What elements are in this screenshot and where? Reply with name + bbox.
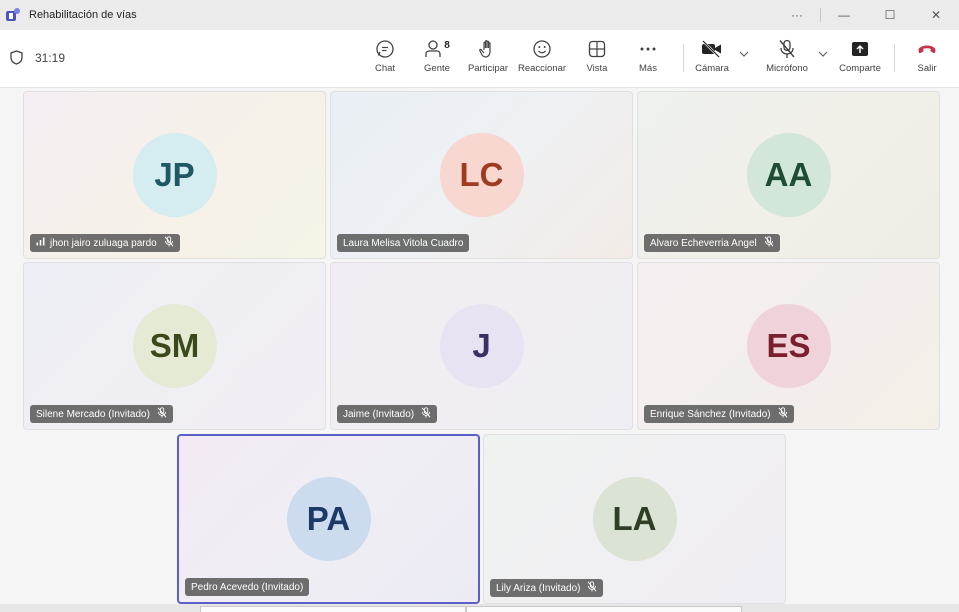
title-bar: Rehabilitación de vías ··· — ☐ ✕: [0, 0, 959, 30]
leave-label: Salir: [917, 63, 937, 74]
people-icon: [425, 40, 441, 57]
participant-name-tag: Lily Ariza (Invitado): [490, 579, 604, 597]
participant-name-tag: Alvaro Echeverria Angel: [644, 234, 780, 252]
camera-button[interactable]: Cámara: [694, 38, 730, 80]
participant-name: Lily Ariza (Invitado): [496, 582, 581, 594]
participant-name-tag: Silene Mercado (Invitado): [30, 405, 173, 423]
raise-hand-label: Participar: [467, 63, 509, 74]
smile-icon: [533, 40, 551, 58]
participant-name: Jaime (Invitado): [343, 408, 415, 420]
chat-button[interactable]: Chat: [372, 38, 398, 80]
chat-icon: [376, 40, 394, 58]
participant-tile[interactable]: J Jaime (Invitado): [330, 262, 633, 430]
participant-name-tag: Pedro Acevedo (Invitado): [185, 578, 310, 596]
mic-muted-icon: [778, 407, 788, 418]
maximize-button[interactable]: ☐: [867, 0, 913, 30]
share-screen-icon: [852, 42, 868, 56]
share-label: Comparte: [839, 63, 881, 74]
more-label: Más: [639, 63, 657, 74]
microphone-label: Micrófono: [766, 63, 808, 74]
participant-name-tag: jhon jairo zuluaga pardo: [30, 234, 180, 252]
timer-text: 31:19: [35, 50, 66, 65]
hang-up-icon: [918, 45, 936, 54]
react-button[interactable]: Reaccionar: [517, 38, 567, 80]
participant-name: jhon jairo zuluaga pardo: [50, 237, 157, 249]
toolbar-divider: [683, 44, 684, 72]
participant-tile[interactable]: ES Enrique Sánchez (Invitado): [637, 262, 940, 430]
leave-button[interactable]: Salir: [912, 38, 942, 80]
view-button[interactable]: Vista: [582, 38, 612, 80]
participant-name: Alvaro Echeverria Angel: [650, 237, 757, 249]
more-options-button[interactable]: ···: [774, 0, 820, 30]
people-label: Gente: [424, 63, 450, 74]
avatar: LA: [592, 477, 677, 561]
more-icon: [640, 47, 656, 51]
toolbar-divider: [894, 44, 895, 72]
more-button[interactable]: Más: [634, 38, 662, 80]
mic-muted-icon: [421, 407, 431, 418]
participant-tile[interactable]: LC Laura Melisa Vitola Cuadro: [330, 91, 633, 259]
signal-strength-icon: [36, 237, 45, 246]
raise-hand-button[interactable]: Participar: [465, 38, 511, 80]
camera-off-icon: [702, 40, 721, 58]
participant-tile[interactable]: JP jhon jairo zuluaga pardo: [23, 91, 326, 259]
participant-tile[interactable]: AA Alvaro Echeverria Angel: [637, 91, 940, 259]
people-button[interactable]: 8 Gente: [420, 38, 454, 80]
share-button[interactable]: Comparte: [838, 38, 882, 80]
avatar: AA: [746, 133, 831, 217]
participant-name: Enrique Sánchez (Invitado): [650, 408, 771, 420]
microphone-button[interactable]: Micrófono: [762, 38, 812, 80]
people-count: 8: [444, 39, 450, 51]
avatar: J: [439, 304, 524, 388]
avatar: PA: [286, 477, 371, 561]
minimize-button[interactable]: —: [821, 0, 867, 30]
avatar: LC: [439, 133, 524, 217]
close-button[interactable]: ✕: [913, 0, 959, 30]
participant-name-tag: Enrique Sánchez (Invitado): [644, 405, 794, 423]
mic-muted-icon: [157, 407, 167, 418]
microphone-chevron-down-icon[interactable]: [818, 49, 828, 59]
camera-label: Cámara: [695, 63, 729, 74]
participant-name: Laura Melisa Vitola Cuadro: [343, 237, 464, 249]
window-title: Rehabilitación de vías: [29, 9, 137, 21]
window-controls: ··· — ☐ ✕: [774, 0, 959, 30]
mic-muted-icon: [164, 236, 174, 247]
video-stage: JP jhon jairo zuluaga pardo LC Laura Melisa…: [0, 88, 959, 612]
participant-tile[interactable]: SM Silene Mercado (Invitado): [23, 262, 326, 430]
participant-name: Pedro Acevedo (Invitado): [191, 581, 304, 593]
avatar: SM: [132, 304, 217, 388]
participant-tile[interactable]: PA Pedro Acevedo (Invitado): [177, 434, 480, 604]
taskbar-edge: [0, 604, 959, 612]
microphone-off-icon: [779, 39, 795, 58]
chat-label: Chat: [374, 63, 396, 74]
participant-tile[interactable]: LA Lily Ariza (Invitado): [483, 434, 786, 604]
hand-icon: [479, 40, 491, 58]
participant-name-tag: Jaime (Invitado): [337, 405, 438, 423]
avatar: ES: [746, 304, 831, 388]
meeting-toolbar: 31:19 Chat 8 Gente Participar Reaccionar…: [0, 30, 959, 88]
avatar: JP: [132, 133, 217, 217]
participant-name: Silene Mercado (Invitado): [36, 408, 150, 420]
shield-icon: [10, 50, 23, 65]
grid-view-icon: [588, 40, 606, 58]
react-label: Reaccionar: [517, 63, 567, 74]
participant-name-tag: Laura Melisa Vitola Cuadro: [337, 234, 470, 252]
camera-chevron-down-icon[interactable]: [739, 49, 749, 59]
mic-muted-icon: [764, 236, 774, 247]
teams-logo-icon: [6, 8, 20, 22]
view-label: Vista: [586, 63, 608, 74]
mic-muted-icon: [588, 581, 597, 592]
meeting-timer: 31:19: [10, 50, 65, 65]
